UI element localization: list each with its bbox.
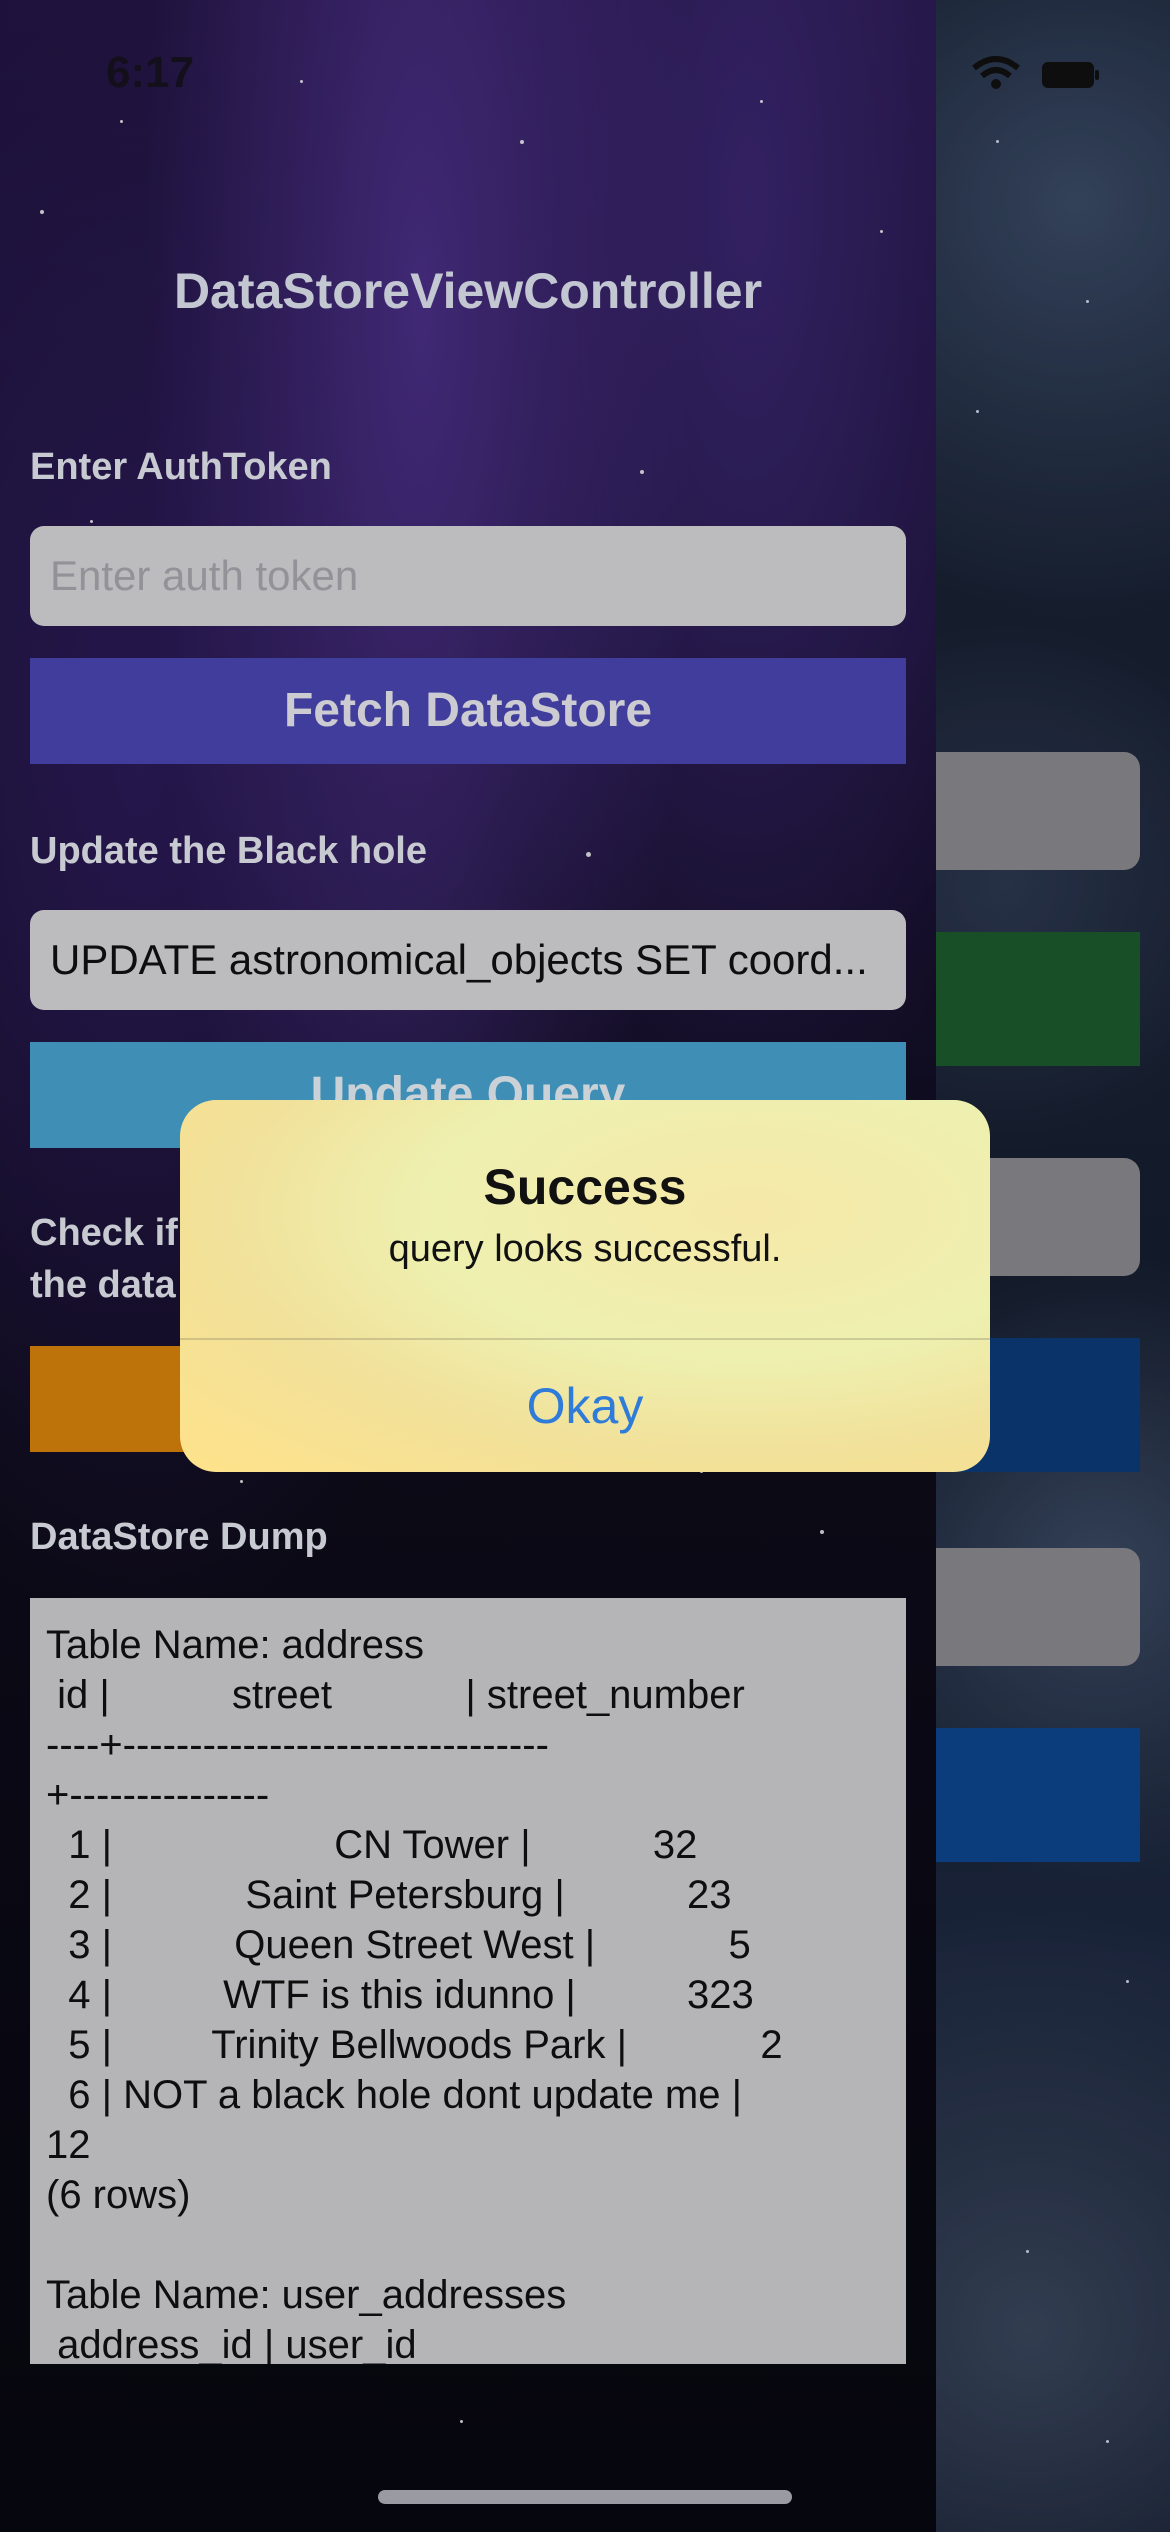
home-indicator[interactable] (378, 2490, 792, 2504)
alert-title: Success (483, 1159, 687, 1215)
okay-button[interactable]: Okay (180, 1340, 990, 1472)
success-alert: Success query looks successful. Okay (180, 1100, 990, 1472)
alert-message: query looks successful. (388, 1228, 782, 1270)
